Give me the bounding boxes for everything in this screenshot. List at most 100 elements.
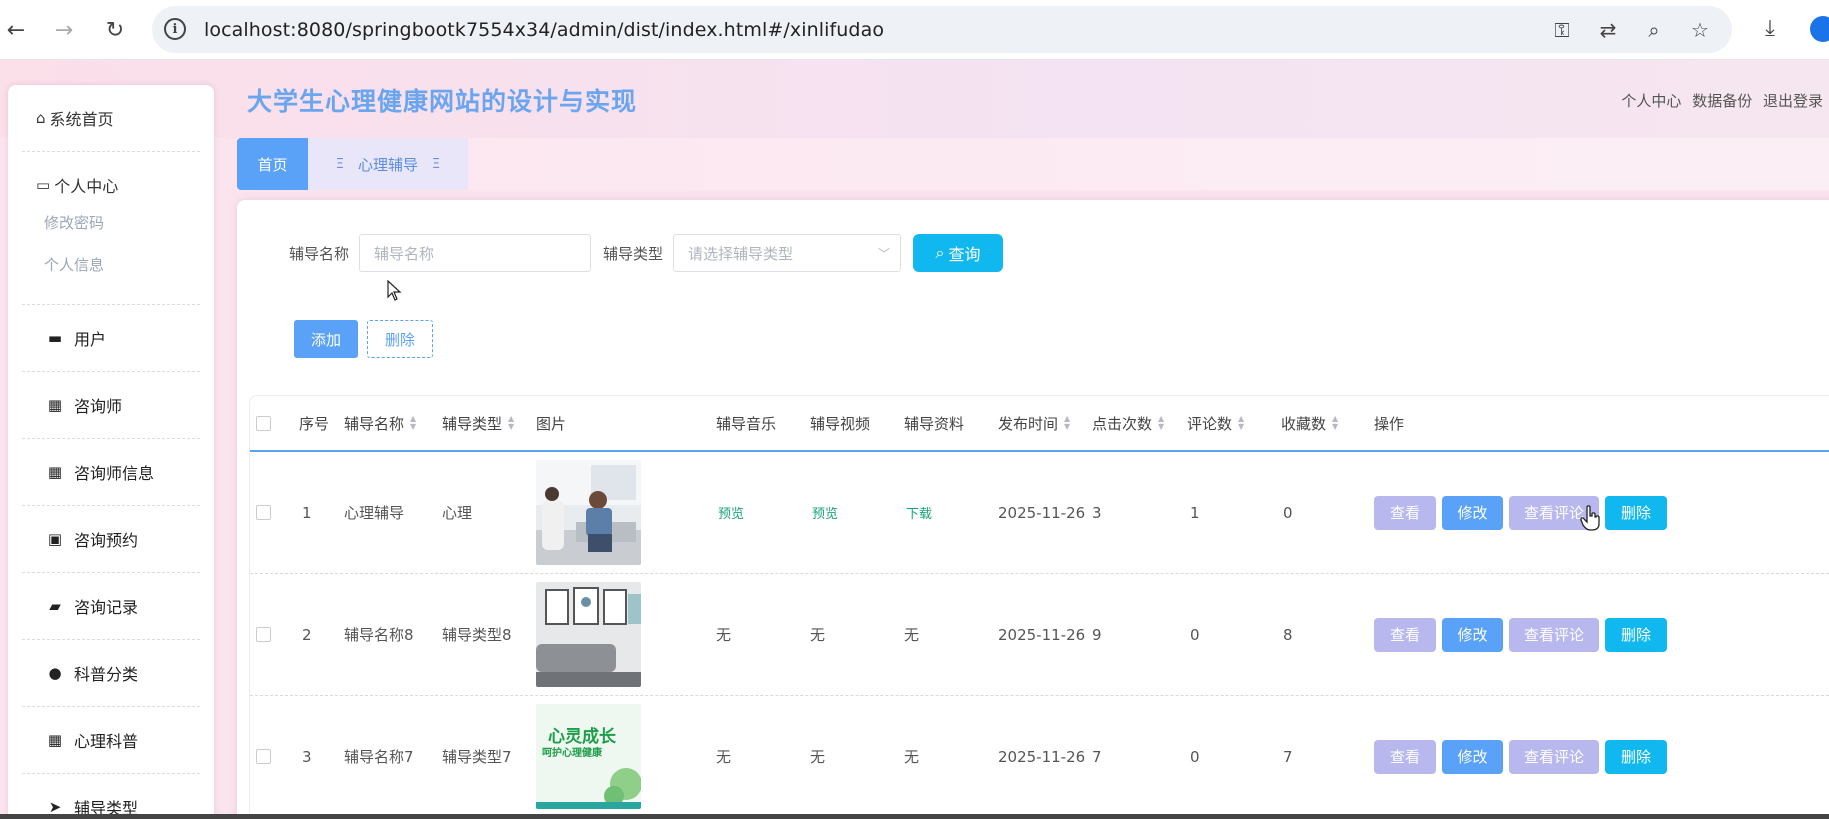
cell-music: 无: [716, 748, 732, 766]
col-music: 辅导音乐: [716, 414, 777, 433]
chevron-down-icon: ﹀: [878, 247, 891, 261]
cell-index: 3: [302, 747, 312, 766]
cell-clicks: 9: [1092, 625, 1102, 644]
cell-index: 2: [302, 625, 312, 644]
cell-index: 1: [302, 503, 312, 522]
drag-handle-icon: Ξ: [432, 156, 441, 172]
col-name[interactable]: 辅导名称 ▲ ▼: [344, 396, 416, 450]
delete-button[interactable]: 删除: [1605, 495, 1667, 530]
batch-delete-button[interactable]: 删除: [367, 320, 433, 358]
sidebar-item-counsel-type[interactable]: ➤ 辅导类型: [22, 774, 200, 819]
delete-button[interactable]: 删除: [1605, 617, 1667, 652]
sidebar-subitem-password[interactable]: 修改密码: [22, 202, 200, 244]
sidebar-item-records[interactable]: ▰ 咨询记录: [22, 573, 200, 640]
add-button[interactable]: 添加: [294, 320, 358, 358]
sort-icon[interactable]: ▲ ▼: [1238, 415, 1244, 431]
col-label: 辅导名称: [344, 414, 405, 433]
col-label: 发布时间: [998, 414, 1059, 433]
edit-button[interactable]: 修改: [1442, 739, 1503, 774]
tab-counseling[interactable]: Ξ 心理辅导 Ξ: [308, 138, 468, 190]
sidebar: ⌂ 系统首页 ▭ 个人中心 修改密码 个人信息 ▬ 用户 ▦ 咨询师 ▦ 咨询师信息 …: [8, 85, 214, 819]
back-icon[interactable]: ←: [0, 14, 32, 46]
sidebar-item-appointment[interactable]: ▣ 咨询预约: [22, 506, 200, 573]
forward-icon[interactable]: →: [48, 14, 80, 46]
col-favorites[interactable]: 收藏数 ▲ ▼: [1281, 396, 1338, 450]
material-download-link[interactable]: 下载: [906, 452, 932, 573]
cell-name: 辅导名称7: [344, 748, 414, 766]
type-select-placeholder: 请选择辅导类型: [688, 244, 794, 263]
edit-button[interactable]: 修改: [1442, 617, 1503, 652]
thumbnail-image[interactable]: 心灵成长 呵护心理健康: [536, 704, 641, 809]
sidebar-section-personal: ▭ 个人中心 修改密码 个人信息: [22, 152, 200, 305]
download-icon[interactable]: ⤓: [1756, 14, 1784, 42]
sidebar-item-label: 系统首页: [49, 110, 114, 129]
cell-type: 心理: [442, 504, 473, 522]
view-comments-button[interactable]: 查看评论: [1509, 617, 1599, 652]
cell-video: 无: [810, 748, 826, 766]
sort-icon[interactable]: ▲ ▼: [1332, 415, 1338, 431]
sort-icon[interactable]: ▲ ▼: [1158, 415, 1164, 431]
sidebar-item-label: 用户: [74, 330, 107, 349]
sort-icon[interactable]: ▲ ▼: [508, 415, 514, 431]
sidebar-item-home[interactable]: ⌂ 系统首页: [22, 85, 200, 151]
row-actions: 查看 修改 查看评论 删除: [1374, 574, 1667, 695]
name-search-input[interactable]: 辅导名称: [359, 234, 592, 272]
delete-button[interactable]: 删除: [1605, 739, 1667, 774]
url-text[interactable]: localhost:8080/springbootk7554x34/admin/…: [204, 19, 884, 41]
cell-name: 辅导名称8: [344, 626, 414, 644]
thumbnail-image[interactable]: [536, 582, 641, 687]
sort-icon[interactable]: ▲ ▼: [410, 415, 416, 431]
cell-comments: 0: [1190, 625, 1200, 644]
row-checkbox[interactable]: [256, 749, 271, 764]
col-type[interactable]: 辅导类型 ▲ ▼: [442, 396, 514, 450]
header-link-logout[interactable]: 退出登录: [1763, 92, 1823, 110]
row-checkbox[interactable]: [256, 505, 271, 520]
tab-home[interactable]: 首页: [237, 138, 308, 190]
reload-icon[interactable]: ↻: [99, 14, 131, 46]
cell-date: 2025-11-26: [998, 747, 1086, 766]
translate-icon[interactable]: ⇄: [1596, 18, 1620, 42]
music-preview-link[interactable]: 预览: [718, 452, 744, 573]
sidebar-item-psych-science[interactable]: ▦ 心理科普: [22, 707, 200, 774]
col-date[interactable]: 发布时间 ▲ ▼: [998, 396, 1070, 450]
sidebar-item-science-category[interactable]: ● 科普分类: [22, 640, 200, 707]
select-all-checkbox[interactable]: [256, 415, 271, 431]
sidebar-item-label: 个人中心: [54, 177, 119, 196]
address-bar[interactable]: i localhost:8080/springbootk7554x34/admi…: [152, 6, 1732, 53]
data-table: 序号 辅导名称 ▲ ▼ 辅导类型 ▲ ▼ 图片 辅导音乐 辅导视频 辅导资料 发布时间 ▲…: [249, 395, 1829, 818]
key-icon[interactable]: ⚿: [1550, 18, 1574, 42]
profile-avatar-icon[interactable]: [1810, 16, 1829, 42]
view-button[interactable]: 查看: [1374, 617, 1436, 652]
edit-button[interactable]: 修改: [1442, 495, 1503, 530]
sidebar-item-counselor[interactable]: ▦ 咨询师: [22, 372, 200, 439]
cell-music: 无: [716, 626, 732, 644]
sidebar-item-label: 科普分类: [74, 665, 139, 684]
zoom-icon[interactable]: ⌕: [1642, 18, 1666, 42]
cell-name: 心理辅导: [344, 504, 405, 522]
sort-icon[interactable]: ▲ ▼: [1064, 415, 1070, 431]
header-link-backup[interactable]: 数据备份: [1692, 92, 1752, 110]
col-clicks[interactable]: 点击次数 ▲ ▼: [1092, 396, 1164, 450]
sidebar-item-counselor-info[interactable]: ▦ 咨询师信息: [22, 439, 200, 506]
col-label: 收藏数: [1281, 414, 1327, 433]
query-button[interactable]: ⌕ 查询: [913, 234, 1004, 272]
col-label: 辅导类型: [442, 414, 503, 433]
mouse-pointer-icon: [387, 280, 402, 301]
app-title: 大学生心理健康网站的设计与实现: [247, 87, 638, 116]
col-comments[interactable]: 评论数 ▲ ▼: [1187, 396, 1244, 450]
sidebar-item-label: 咨询师信息: [74, 464, 155, 483]
video-preview-link[interactable]: 预览: [812, 452, 838, 573]
view-button[interactable]: 查看: [1374, 495, 1436, 530]
site-info-icon[interactable]: i: [164, 18, 186, 40]
header-link-profile[interactable]: 个人中心: [1621, 92, 1681, 110]
star-icon[interactable]: ☆: [1688, 18, 1712, 42]
view-comments-button[interactable]: 查看评论: [1509, 739, 1599, 774]
view-button[interactable]: 查看: [1374, 739, 1436, 774]
row-actions: 查看 修改 查看评论 删除: [1374, 696, 1667, 817]
row-checkbox[interactable]: [256, 627, 271, 642]
thumbnail-image[interactable]: [536, 460, 641, 565]
type-select[interactable]: 请选择辅导类型 ﹀: [673, 234, 902, 272]
col-material: 辅导资料: [904, 414, 965, 433]
sidebar-subitem-info[interactable]: 个人信息: [22, 244, 200, 286]
sidebar-item-users[interactable]: ▬ 用户: [22, 305, 200, 372]
